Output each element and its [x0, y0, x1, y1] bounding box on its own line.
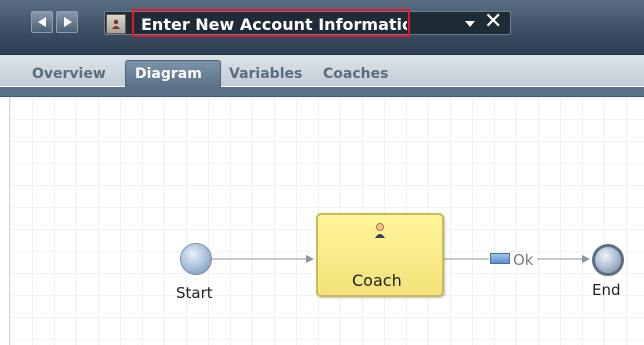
user-icon [375, 223, 385, 238]
message-icon [490, 253, 510, 264]
end-label: End [592, 281, 621, 299]
start-label: Start [176, 284, 213, 302]
start-event[interactable] [180, 243, 212, 275]
end-event[interactable] [592, 244, 624, 276]
sequence-flow-start-coach [212, 255, 314, 263]
flow-label[interactable]: Ok [513, 251, 534, 269]
coach-label: Coach [352, 271, 402, 290]
